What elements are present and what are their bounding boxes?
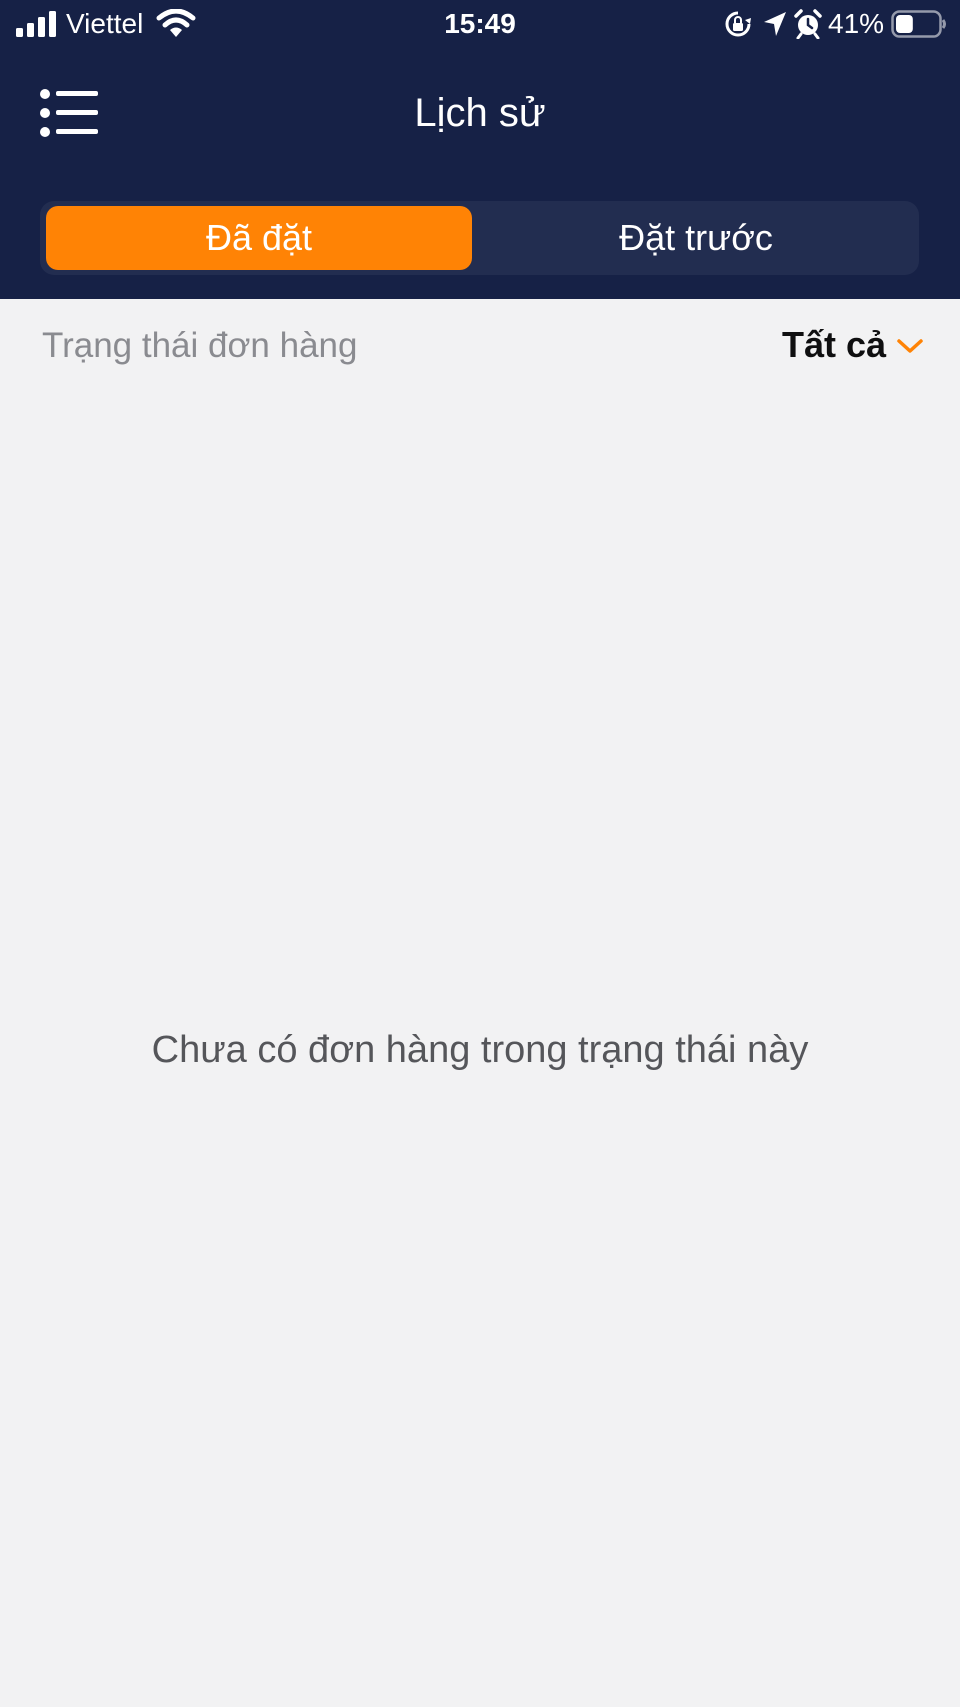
order-status-value: Tất cả — [781, 324, 886, 365]
chevron-down-icon — [897, 339, 923, 353]
page-title: Lịch sử — [414, 91, 546, 135]
tab-placed-orders[interactable]: Đã đặt — [46, 206, 472, 270]
hamburger-menu-icon[interactable] — [40, 88, 98, 138]
empty-state-message: Chưa có đơn hàng trong trạng thái này — [151, 1029, 809, 1071]
tab-pre-orders[interactable]: Đặt trước — [478, 206, 914, 270]
battery-percent: 41% — [828, 8, 885, 39]
wifi-icon — [156, 9, 196, 37]
status-bar: Viettel 15:49 41% — [0, 0, 960, 50]
order-status-dropdown[interactable]: Tất cả — [782, 320, 924, 370]
location-icon — [764, 12, 786, 36]
lock-rotation-icon — [725, 11, 751, 37]
order-tabs: Đã đặt Đặt trước — [40, 201, 919, 275]
order-status-label: Trạng thái đơn hàng — [42, 326, 358, 365]
app-header: Viettel 15:49 41% Lịch sử Đã đặt Đặt trư… — [0, 0, 960, 299]
alarm-icon — [794, 9, 822, 39]
status-time: 15:49 — [444, 8, 516, 39]
signal-icon — [16, 11, 56, 37]
battery-icon — [891, 10, 946, 38]
carrier-name: Viettel — [66, 8, 144, 39]
